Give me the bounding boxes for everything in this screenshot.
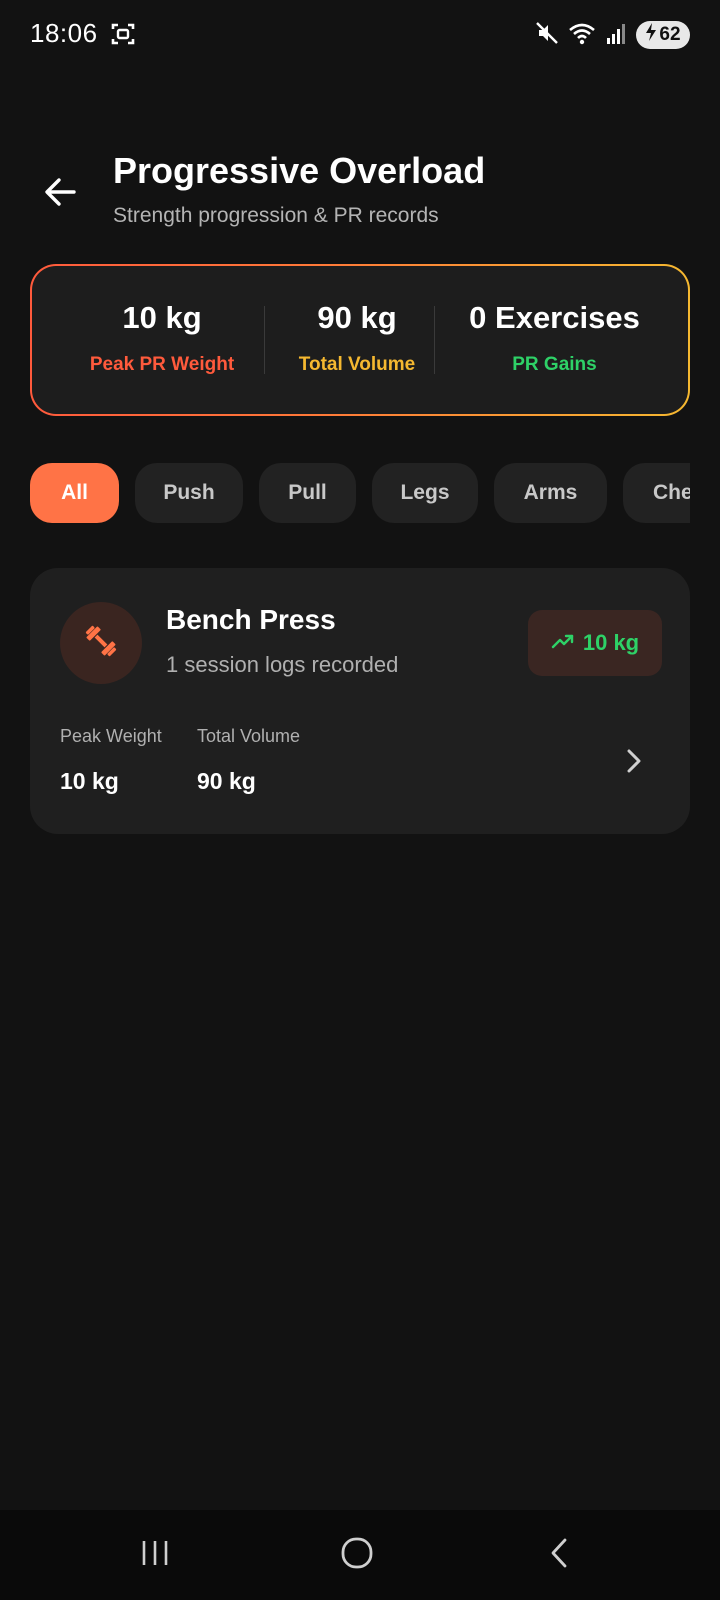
exercise-name: Bench Press <box>166 604 336 635</box>
progressive-overload-screen: 18:06 62 Progressive Overload Strength p… <box>0 0 720 1600</box>
stat-pr-gains: 0 Exercises PR Gains <box>437 266 672 414</box>
filter-chip-arms[interactable]: Arms <box>494 463 607 523</box>
page-title: Progressive Overload <box>113 150 486 191</box>
stat-total-volume: 90 kg Total Volume <box>267 266 447 414</box>
metric-label-total-volume: Total Volume <box>197 726 301 746</box>
filter-chip-pull[interactable]: Pull <box>259 463 356 523</box>
metric-value-total-volume: 90 kg <box>197 768 256 794</box>
back-button[interactable] <box>38 172 82 216</box>
stat-value: 90 kg <box>317 300 397 335</box>
metric-label-peak-weight: Peak Weight <box>60 726 162 746</box>
page-subtitle: Strength progression & PR records <box>113 204 439 227</box>
signal-icon <box>606 21 628 50</box>
status-icons: 62 <box>534 20 690 50</box>
mute-icon <box>534 20 560 51</box>
chevron-left-icon <box>548 1537 570 1574</box>
pr-gain-badge: 10 kg <box>528 610 662 676</box>
system-navigation-bar <box>0 1510 720 1600</box>
filter-chip-all[interactable]: All <box>30 463 119 523</box>
recent-apps-button[interactable] <box>125 1530 185 1580</box>
dumbbell-icon <box>81 621 121 666</box>
home-icon <box>340 1536 374 1575</box>
status-time: 18:06 <box>30 18 98 48</box>
filter-chip-legs[interactable]: Legs <box>372 463 478 523</box>
exercise-avatar <box>60 602 142 684</box>
status-bar: 18:06 62 <box>0 0 720 70</box>
screenshot-icon <box>110 20 136 48</box>
category-filter-bar: All Push Pull Legs Arms Che <box>30 463 690 523</box>
arrow-left-icon <box>42 176 78 213</box>
chevron-right-icon <box>622 744 646 778</box>
trending-up-icon <box>551 630 575 656</box>
battery-level: 62 <box>659 24 681 45</box>
charging-icon <box>645 23 657 47</box>
wifi-icon <box>568 20 598 51</box>
stat-value: 0 Exercises <box>469 300 640 335</box>
stat-label: PR Gains <box>512 354 597 375</box>
recent-apps-icon <box>139 1538 171 1573</box>
stat-divider <box>264 306 265 374</box>
stat-divider <box>434 306 435 374</box>
stat-value: 10 kg <box>122 300 202 335</box>
filter-chip-push[interactable]: Push <box>135 463 243 523</box>
stat-peak-pr-weight: 10 kg Peak PR Weight <box>52 266 272 414</box>
back-nav-button[interactable] <box>529 1530 589 1580</box>
metric-value-peak-weight: 10 kg <box>60 768 119 794</box>
pr-gain-value: 10 kg <box>582 630 640 655</box>
battery-indicator: 62 <box>636 21 690 49</box>
home-button[interactable] <box>327 1530 387 1580</box>
summary-card-body: 10 kg Peak PR Weight 90 kg Total Volume … <box>32 266 688 414</box>
stat-label: Peak PR Weight <box>89 354 235 375</box>
filter-chip-chest[interactable]: Che <box>623 463 690 523</box>
exercise-card-bench-press[interactable]: Bench Press 1 session logs recorded 10 k… <box>30 568 690 834</box>
summary-card: 10 kg Peak PR Weight 90 kg Total Volume … <box>30 264 690 416</box>
exercise-session-count: 1 session logs recorded <box>166 652 399 677</box>
stat-label: Total Volume <box>298 354 416 375</box>
